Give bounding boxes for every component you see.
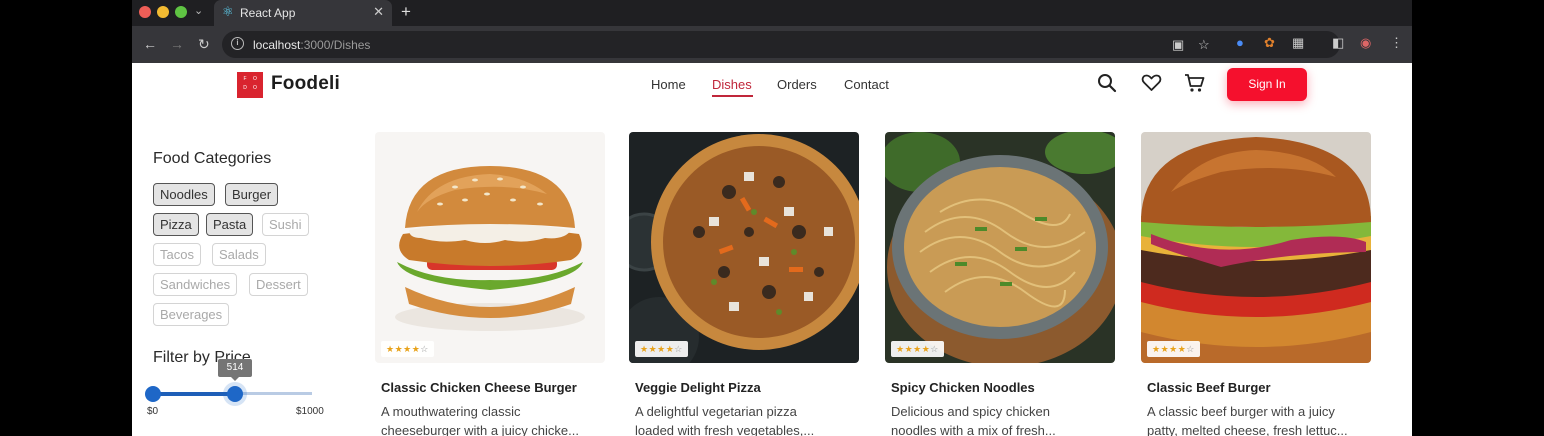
category-chip-sushi[interactable]: Sushi	[262, 213, 309, 236]
search-icon[interactable]	[1097, 73, 1117, 98]
browser-toolbar: ← → ↻ i localhost:3000/Dishes ▣ ☆ ● ✿ ▦ …	[132, 26, 1412, 63]
back-icon[interactable]: ←	[143, 36, 157, 52]
nav-home[interactable]: Home	[651, 77, 686, 92]
tab-bar: ⌄ ⚛ React App ✕ +	[132, 0, 1412, 26]
new-tab-button[interactable]: +	[401, 2, 411, 22]
sign-in-button[interactable]: Sign In	[1227, 68, 1307, 101]
dish-card[interactable]: ★★★★☆ Spicy Chicken Noodles Delicious an…	[885, 132, 1115, 436]
dish-image-veggie-pizza[interactable]: ★★★★☆	[629, 132, 859, 363]
tab-title: React App	[240, 6, 296, 20]
nav-dishes[interactable]: Dishes	[712, 77, 752, 92]
nav-contact[interactable]: Contact	[844, 77, 889, 92]
react-icon: ⚛	[222, 4, 234, 19]
web-page: FO DO Foodeli Home Dishes Orders Contact…	[132, 63, 1412, 436]
price-max-label: $1000	[296, 406, 324, 417]
price-min-thumb[interactable]	[145, 386, 161, 402]
category-chip-dessert[interactable]: Dessert	[249, 273, 308, 296]
category-chip-sandwiches[interactable]: Sandwiches	[153, 273, 238, 296]
profile-avatar-icon[interactable]: ◉	[1360, 35, 1371, 51]
forward-icon[interactable]: →	[170, 36, 184, 52]
browser-tab[interactable]: ⚛ React App ✕	[214, 0, 392, 26]
dish-description: Delicious and spicy chicken noodles with …	[891, 404, 1056, 436]
extension-blue-icon[interactable]: ●	[1236, 35, 1244, 51]
minimize-window-button[interactable]	[157, 6, 169, 18]
brand-name[interactable]: Foodeli	[271, 73, 340, 95]
dish-title[interactable]: Classic Beef Burger	[1147, 380, 1271, 395]
dish-description: A classic beef burger with a juicy patty,…	[1147, 404, 1348, 436]
brand-logo[interactable]: FO DO	[237, 72, 263, 98]
side-panel-icon[interactable]: ◧	[1332, 35, 1344, 51]
rating-stars: ★★★★☆	[635, 341, 688, 357]
dish-card[interactable]: ★★★★☆ Classic Chicken Cheese Burger A mo…	[375, 132, 605, 436]
nav-orders[interactable]: Orders	[777, 77, 817, 92]
reload-icon[interactable]: ↻	[198, 36, 210, 52]
tab-search-chevron-icon[interactable]: ⌄	[194, 4, 203, 17]
category-chip-beverages[interactable]: Beverages	[153, 303, 230, 326]
dish-card[interactable]: ★★★★☆ Veggie Delight Pizza A delightful …	[629, 132, 859, 436]
category-chip-pasta[interactable]: Pasta	[206, 213, 254, 236]
active-nav-indicator	[712, 95, 753, 97]
rating-stars: ★★★★☆	[1147, 341, 1200, 357]
bookmark-star-icon[interactable]: ☆	[1198, 37, 1210, 53]
dish-description: A mouthwatering classic cheeseburger with…	[381, 404, 579, 436]
category-chip-noodles[interactable]: Noodles	[153, 183, 215, 206]
rating-stars: ★★★★☆	[381, 341, 434, 357]
dish-description: A delightful vegetarian pizza loaded with…	[635, 404, 815, 436]
dish-image-beef-burger[interactable]: ★★★★☆	[1141, 132, 1371, 363]
price-max-thumb[interactable]	[227, 386, 243, 402]
dish-title[interactable]: Classic Chicken Cheese Burger	[381, 380, 577, 395]
browser-menu-icon[interactable]: ⋮	[1390, 35, 1403, 51]
category-chip-tacos[interactable]: Tacos	[153, 243, 201, 266]
maximize-window-button[interactable]	[175, 6, 187, 18]
install-app-icon[interactable]: ▣	[1172, 37, 1184, 53]
site-info-icon[interactable]: i	[231, 37, 244, 50]
browser-window: ⌄ ⚛ React App ✕ + ← → ↻ i localhost:3000…	[132, 0, 1412, 436]
dish-card[interactable]: ★★★★☆ Classic Beef Burger A classic beef…	[1141, 132, 1371, 436]
food-categories-title: Food Categories	[153, 150, 272, 167]
category-chip-pizza[interactable]: Pizza	[153, 213, 199, 236]
dish-image-spicy-noodles[interactable]: ★★★★☆	[885, 132, 1115, 363]
dish-image-chicken-burger[interactable]: ★★★★☆	[375, 132, 605, 363]
cart-icon[interactable]	[1184, 73, 1206, 98]
dish-title[interactable]: Spicy Chicken Noodles	[891, 380, 1035, 395]
category-chip-salads[interactable]: Salads	[212, 243, 266, 266]
category-chip-burger[interactable]: Burger	[225, 183, 279, 206]
extension-cookie-icon[interactable]: ✿	[1264, 35, 1275, 51]
close-window-button[interactable]	[139, 6, 151, 18]
price-value-tooltip: 514	[218, 359, 252, 381]
close-tab-icon[interactable]: ✕	[373, 4, 384, 20]
price-min-label: $0	[147, 406, 159, 417]
rating-stars: ★★★★☆	[891, 341, 944, 357]
heart-icon[interactable]	[1141, 73, 1162, 98]
extensions-puzzle-icon[interactable]: ▦	[1292, 35, 1304, 51]
address-bar[interactable]: i localhost:3000/Dishes ▣ ☆	[222, 31, 1340, 58]
dish-title[interactable]: Veggie Delight Pizza	[635, 380, 761, 395]
url-text: localhost:3000/Dishes	[253, 38, 371, 52]
